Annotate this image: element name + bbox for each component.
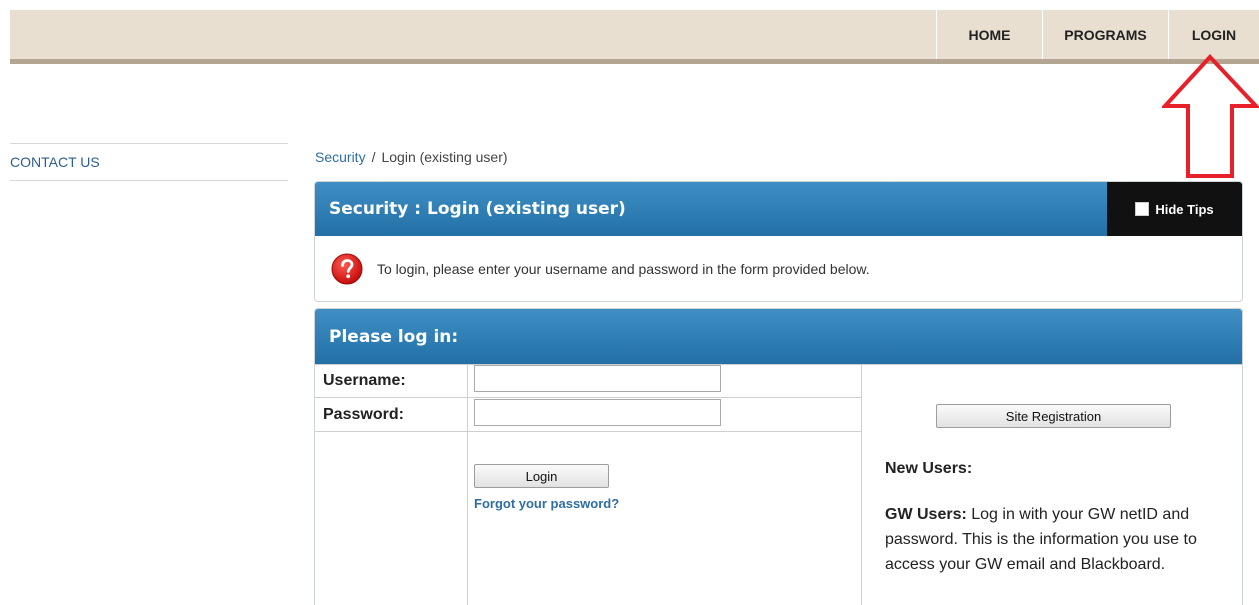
login-button[interactable]: Login <box>474 464 609 488</box>
security-panel-header: Security : Login (existing user) Hide Ti… <box>315 182 1242 236</box>
nav-programs[interactable]: PROGRAMS <box>1042 10 1168 59</box>
username-input[interactable] <box>474 365 721 392</box>
breadcrumb-security-link[interactable]: Security <box>315 149 366 165</box>
password-input[interactable] <box>474 399 721 426</box>
gw-users-info: GW Users: Log in with your GW netID and … <box>885 502 1230 577</box>
login-panel-header: Please log in: <box>315 309 1242 364</box>
site-registration-button[interactable]: Site Registration <box>936 404 1171 428</box>
breadcrumb-current: Login (existing user) <box>381 149 508 165</box>
top-nav: HOME PROGRAMS LOGIN <box>936 10 1259 59</box>
username-label: Username: <box>323 372 406 389</box>
nav-home[interactable]: HOME <box>936 10 1042 59</box>
breadcrumb-separator: / <box>371 149 376 165</box>
nav-login[interactable]: LOGIN <box>1168 10 1259 59</box>
sidebar: CONTACT US <box>10 143 288 181</box>
help-question-icon <box>331 253 363 285</box>
grid-divider <box>315 431 861 432</box>
login-panel-title: Please log in: <box>329 326 459 347</box>
security-panel: Security : Login (existing user) Hide Ti… <box>314 181 1243 302</box>
hide-tips-checkbox[interactable] <box>1135 202 1150 216</box>
tip-text: To login, please enter your username and… <box>377 261 870 277</box>
security-panel-title: Security : Login (existing user) <box>329 199 626 219</box>
hide-tips-label: Hide Tips <box>1155 201 1214 217</box>
password-label: Password: <box>323 405 404 423</box>
sidebar-item-contact-us[interactable]: CONTACT US <box>10 154 100 170</box>
breadcrumb: Security / Login (existing user) <box>315 149 508 165</box>
hide-tips-toggle[interactable]: Hide Tips <box>1107 182 1242 236</box>
grid-divider <box>467 364 468 605</box>
new-users-heading: New Users: <box>885 460 973 477</box>
red-up-arrow-icon <box>1162 54 1259 178</box>
tip-row: To login, please enter your username and… <box>315 236 1242 301</box>
grid-divider <box>861 364 862 605</box>
gw-users-label: GW Users: <box>885 506 967 523</box>
top-nav-bar: HOME PROGRAMS LOGIN <box>10 10 1259 64</box>
forgot-password-link[interactable]: Forgot your password? <box>474 496 619 511</box>
